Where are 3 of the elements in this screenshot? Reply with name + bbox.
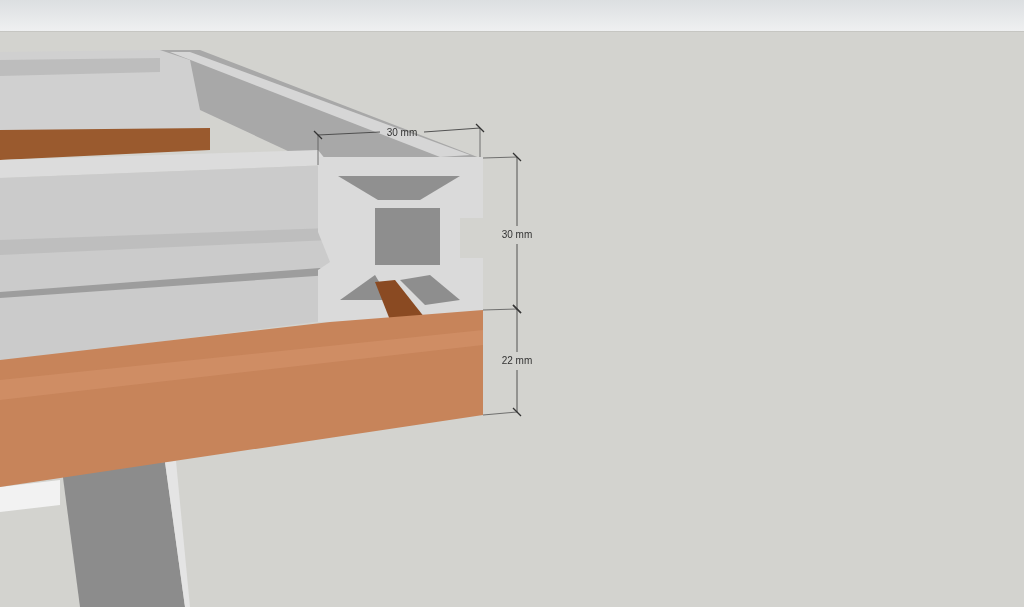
dimension-label: 30 mm [501,229,533,240]
dimension-label: 22 mm [501,355,533,366]
dimension-label: 30 mm [386,127,418,138]
